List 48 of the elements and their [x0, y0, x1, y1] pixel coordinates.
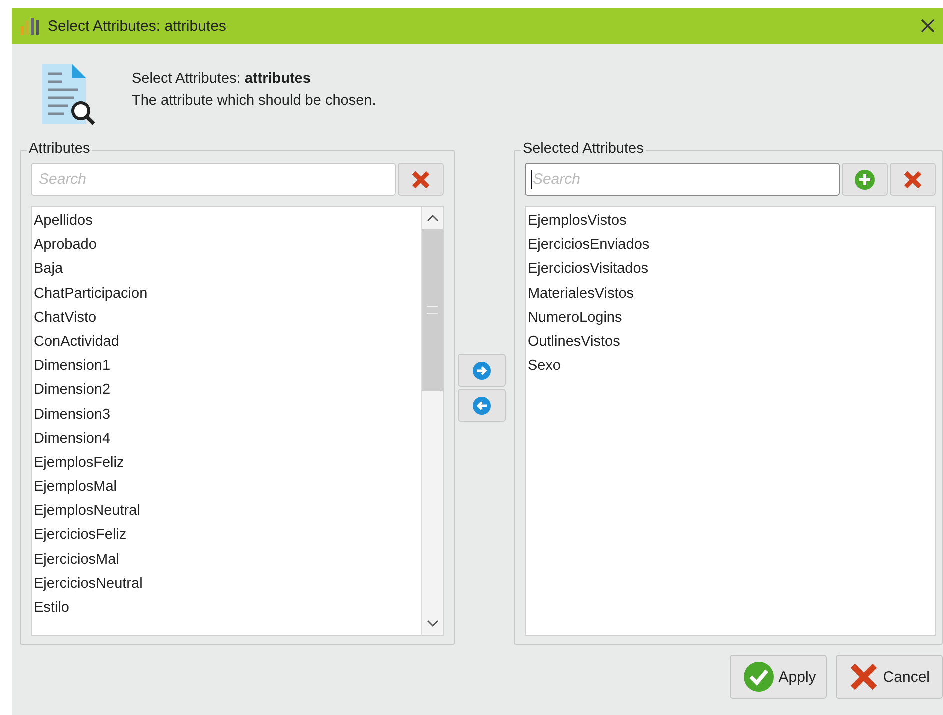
list-item[interactable]: EjemplosNeutral: [34, 499, 420, 524]
list-item[interactable]: Dimension4: [34, 426, 420, 451]
search-field[interactable]: Search: [524, 163, 840, 196]
cancel-button[interactable]: Cancel: [836, 655, 943, 699]
list-item[interactable]: ChatVisto: [34, 306, 420, 330]
list-item[interactable]: EjerciciosFeliz: [34, 523, 420, 548]
scrollbar[interactable]: [421, 207, 444, 635]
list-item[interactable]: EjerciciosVisitados: [528, 257, 933, 282]
list-item[interactable]: ConActividad: [34, 330, 420, 354]
bar-chart-icon: [20, 16, 42, 36]
close-icon[interactable]: [921, 19, 935, 33]
dialog-description: The attribute which should be chosen.: [132, 92, 376, 111]
list-item[interactable]: EjerciciosNeutral: [34, 572, 420, 596]
window-title: Select Attributes: attributes: [48, 18, 226, 34]
list-item[interactable]: Aprobado: [34, 233, 420, 258]
list-item[interactable]: EjerciciosEnviados: [528, 233, 933, 258]
list-item[interactable]: Sexo: [528, 354, 933, 378]
list-item[interactable]: Dimension1: [34, 354, 420, 378]
list-item[interactable]: OutlinesVistos: [528, 330, 933, 354]
checkmark-icon: [742, 661, 775, 693]
list-item[interactable]: MaterialesVistos: [528, 282, 933, 306]
list-item[interactable]: EjemplosFeliz: [34, 450, 420, 476]
list-item[interactable]: Baja: [34, 257, 420, 282]
down-chevron-icon: [426, 620, 439, 628]
remove-button[interactable]: [458, 389, 506, 422]
list-item[interactable]: NumeroLogins: [528, 306, 933, 330]
list-item[interactable]: EjerciciosMal: [34, 548, 420, 572]
list-item[interactable]: Dimension2: [34, 378, 420, 402]
list-item[interactable]: Dimension3: [34, 402, 420, 427]
text-cursor: [530, 170, 532, 189]
clear-button[interactable]: [398, 163, 444, 196]
search-field[interactable]: Search: [31, 163, 396, 196]
add-icon: [855, 170, 875, 190]
close-icon: [849, 662, 880, 692]
clear-button[interactable]: [890, 163, 936, 196]
list-item[interactable]: EjemplosVistos: [528, 209, 933, 234]
up-chevron-icon: [426, 214, 439, 222]
add-button[interactable]: [458, 354, 506, 387]
list-item[interactable]: Apellidos: [34, 209, 420, 234]
apply-button[interactable]: Apply: [730, 655, 828, 699]
scroll-thumb[interactable]: [422, 229, 444, 391]
list-item[interactable]: ChatParticipacion: [34, 282, 420, 306]
close-icon: [411, 170, 432, 190]
dialog-heading: Select Attributes: attributes: [132, 70, 312, 89]
add-button[interactable]: [842, 163, 888, 196]
close-icon: [903, 170, 923, 190]
list-item[interactable]: Estilo: [34, 596, 420, 620]
list-item[interactable]: EjemplosMal: [34, 475, 420, 500]
